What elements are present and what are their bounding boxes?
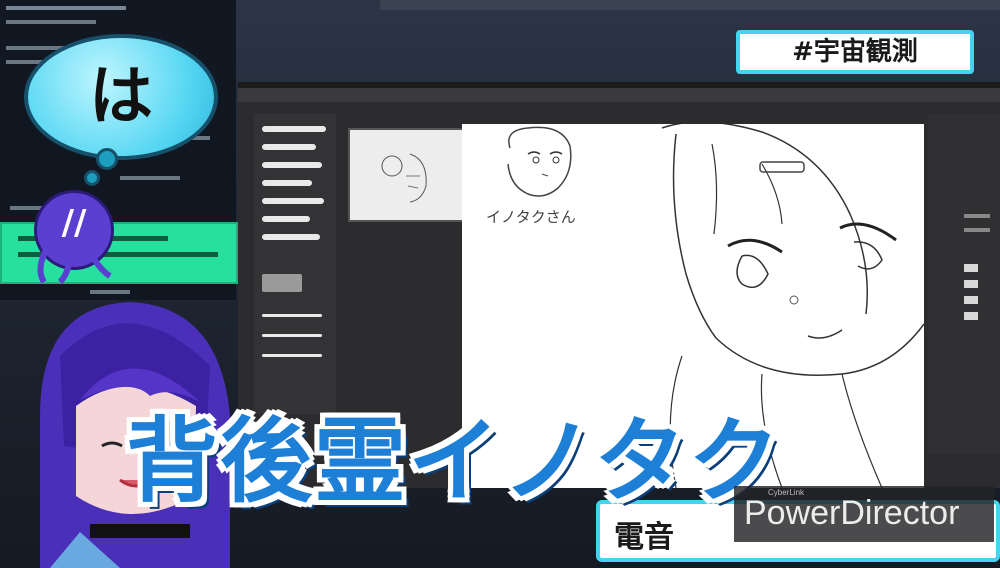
brush-preset[interactable] <box>262 162 322 168</box>
mascot-tentacles <box>37 248 112 285</box>
brush-preset[interactable] <box>262 126 326 132</box>
name-plate-text: 電音 <box>614 520 674 555</box>
brush-preset[interactable] <box>262 180 312 186</box>
setting-slider[interactable] <box>262 354 322 357</box>
watermark-text: PowerDirector <box>744 494 960 532</box>
navigator-thumbnail[interactable] <box>348 128 470 222</box>
layer-row[interactable] <box>964 228 990 232</box>
brush-preset[interactable] <box>262 144 316 150</box>
setting-slider[interactable] <box>262 334 322 337</box>
setting-slider[interactable] <box>262 314 322 317</box>
brush-preset[interactable] <box>262 216 310 222</box>
layer-swatch[interactable] <box>964 296 978 304</box>
layer-row[interactable] <box>964 214 990 218</box>
brush-preset[interactable] <box>262 198 324 204</box>
app-toolbar <box>238 88 1000 102</box>
layer-swatch[interactable] <box>964 264 978 272</box>
sketch-label: イノタクさん <box>486 208 576 226</box>
chat-message-line <box>120 176 180 180</box>
thumbnail-sketch <box>381 153 427 203</box>
speech-bubble-text: は <box>89 60 153 134</box>
layers-panel <box>928 114 1000 454</box>
bubble-tail-dot <box>84 170 100 186</box>
chat-message-line <box>6 6 126 10</box>
color-slider[interactable] <box>262 274 302 292</box>
layer-swatch[interactable] <box>964 312 978 320</box>
brush-panel <box>254 114 336 414</box>
ceiling-edge <box>380 0 1000 10</box>
bubble-tail-dot <box>96 148 118 170</box>
hashtag-badge: #宇宙観測 <box>736 30 974 74</box>
chat-message-line <box>90 290 130 294</box>
layer-swatch[interactable] <box>964 280 978 288</box>
chat-message-line <box>6 20 96 24</box>
powerdirector-watermark: CyberLink PowerDirector <box>734 486 994 542</box>
brush-preset[interactable] <box>262 234 320 240</box>
speech-bubble: は <box>24 34 218 160</box>
mascot-face: // <box>61 203 87 243</box>
hashtag-text: #宇宙観測 <box>792 37 918 67</box>
